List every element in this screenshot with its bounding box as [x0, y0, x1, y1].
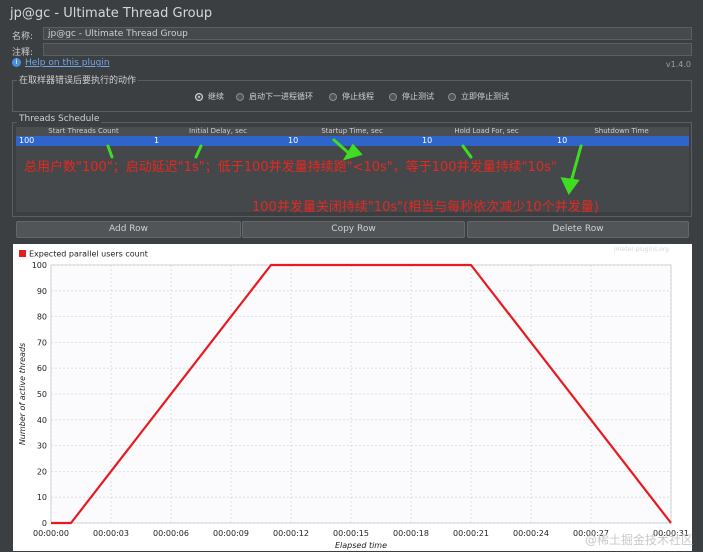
y-tick-label: 90	[37, 287, 47, 296]
x-tick-label: 00:00:21	[453, 529, 489, 538]
y-tick-label: 60	[37, 364, 47, 373]
x-tick-label: 00:00:24	[513, 529, 549, 538]
y-tick-label: 20	[37, 467, 47, 476]
site-watermark: @稀土掘金技术社区	[585, 531, 693, 548]
y-tick-label: 40	[37, 416, 47, 425]
y-tick-label: 100	[32, 261, 47, 270]
x-tick-label: 00:00:06	[153, 529, 189, 538]
x-tick-label: 00:00:12	[273, 529, 309, 538]
x-tick-label: 00:00:09	[213, 529, 249, 538]
thread-group-panel: jp@gc - Ultimate Thread Group 名称: jp@gc …	[0, 0, 703, 552]
legend-swatch	[19, 250, 26, 257]
chart-area: 0 10 20 30 40 50 60 70 80 90 100 00:00:00 00:00:03 00…	[13, 244, 692, 551]
arrow-head-icon	[563, 179, 577, 192]
x-tick-label: 00:00:00	[33, 529, 69, 538]
arrow-head-icon	[346, 146, 360, 158]
arrow-icon	[196, 146, 201, 157]
screenshot-frame: jp@gc - Ultimate Thread Group 名称: jp@gc …	[0, 0, 703, 552]
y-axis-label: Number of active threads	[18, 343, 27, 445]
x-axis-label: Elapsed time	[335, 541, 387, 550]
y-tick-label: 50	[37, 390, 47, 399]
y-tick-label: 10	[37, 493, 47, 502]
chart-watermark: jmeter-plugins.org	[614, 246, 669, 253]
arrow-icon	[571, 146, 581, 182]
y-tick-label: 80	[37, 313, 47, 322]
annotation-arrows	[0, 0, 703, 240]
threads-chart: 0 10 20 30 40 50 60 70 80 90 100 00:00:00 00:00:03 00…	[13, 244, 692, 551]
y-tick-label: 0	[42, 519, 47, 528]
x-tick-label: 00:00:03	[93, 529, 129, 538]
x-tick-label: 00:00:18	[393, 529, 429, 538]
x-tick-label: 00:00:15	[333, 529, 369, 538]
arrow-icon	[108, 146, 112, 157]
y-tick-label: 70	[37, 338, 47, 347]
arrow-icon	[463, 146, 471, 157]
y-tick-label: 30	[37, 442, 47, 451]
legend-label: Expected parallel users count	[29, 250, 148, 259]
